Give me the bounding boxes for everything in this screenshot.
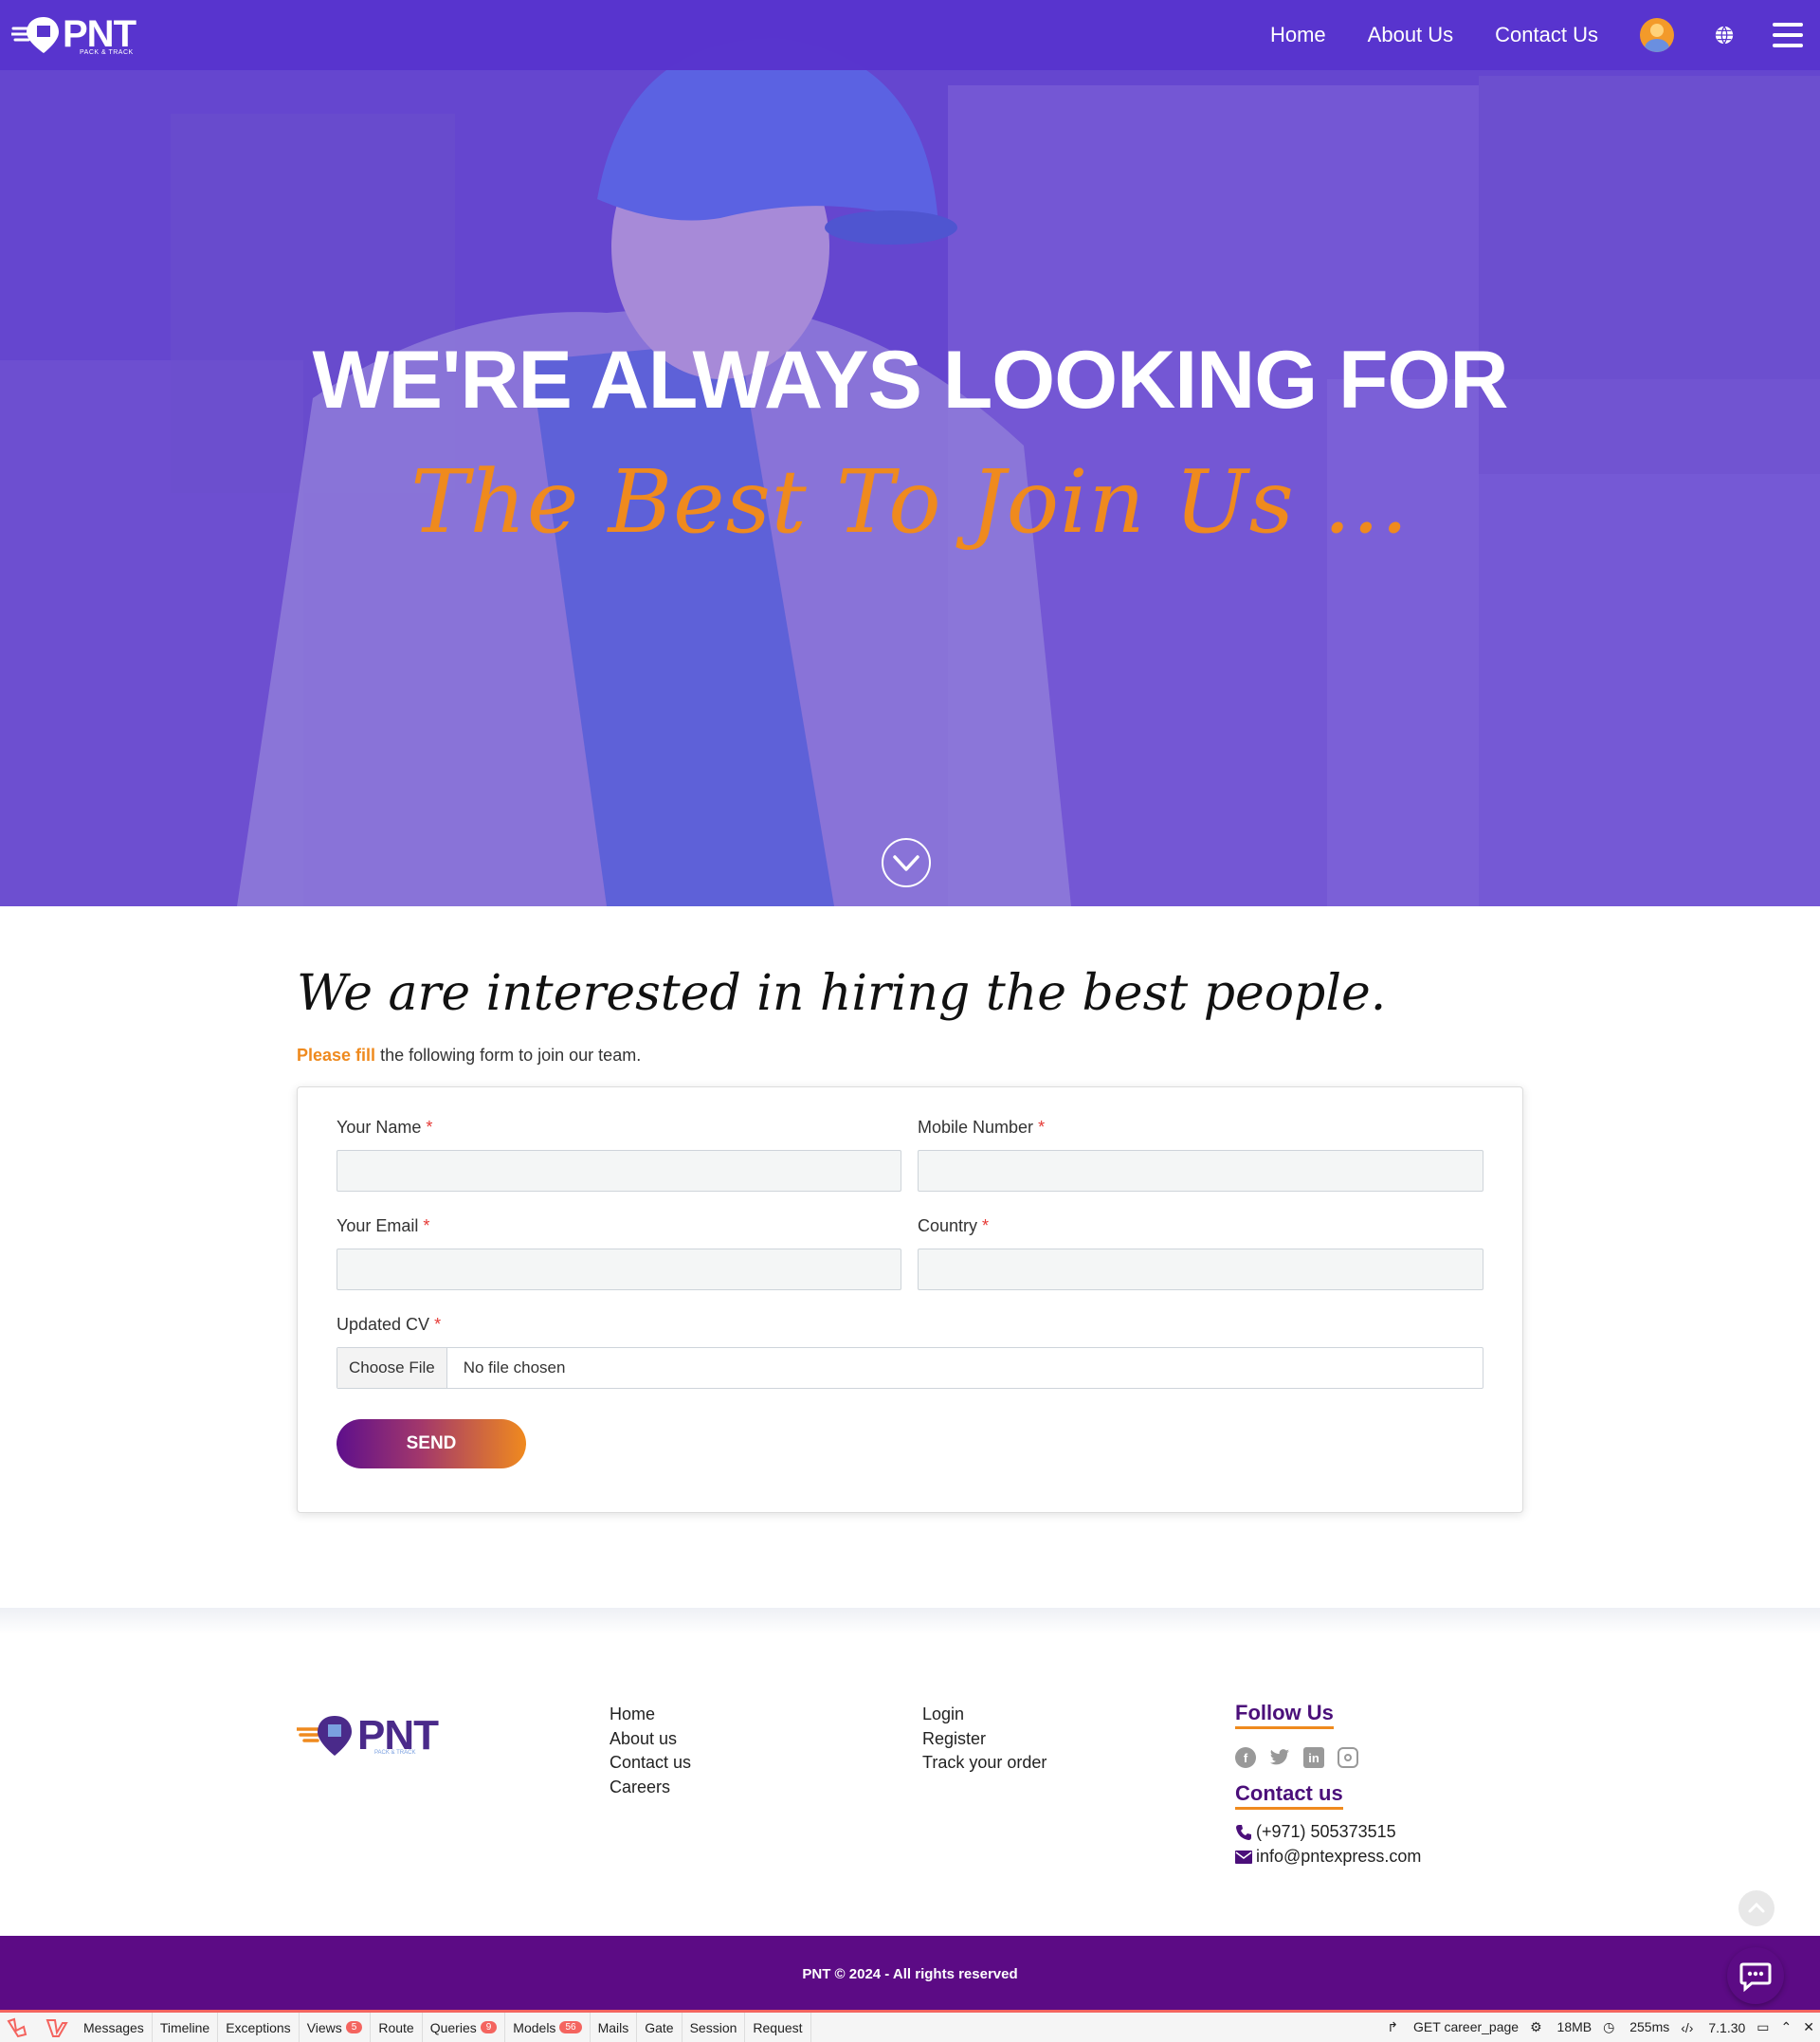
choose-file-button[interactable]: Choose File [337,1348,447,1388]
debug-tab-timeline[interactable]: Timeline [153,2013,219,2042]
phone-icon [1236,1824,1251,1840]
form-section-title: We are interested in hiring the best peo… [297,965,1387,1022]
queries-badge: 9 [480,2021,498,2033]
logo-tagline: PACK & TRACK [80,49,134,56]
footer-link-careers[interactable]: Careers [610,1776,691,1800]
form-intro: Please fill the following form to join o… [297,1046,641,1066]
hero-subtitle: The Best To Join Us ... [410,451,1410,553]
chevron-up-icon [1748,1902,1765,1913]
footer-link-home[interactable]: Home [610,1703,691,1727]
contact-email[interactable]: info@pntexpress.com [1235,1847,1421,1867]
debug-tab-gate[interactable]: Gate [637,2013,682,2042]
hero-title: WE'RE ALWAYS LOOKING FOR [312,335,1508,426]
laravel-logo-icon[interactable] [6,2017,32,2038]
footer-logo-tagline: PACK & TRACK [374,1750,416,1756]
nav-home[interactable]: Home [1270,23,1326,47]
facebook-icon[interactable]: f [1235,1747,1256,1768]
instagram-icon[interactable] [1338,1747,1358,1768]
footer-link-register[interactable]: Register [922,1727,1046,1752]
footer-link-contact[interactable]: Contact us [610,1751,691,1776]
user-avatar-icon[interactable] [1640,18,1674,52]
debug-tab-route[interactable]: Route [371,2013,423,2042]
footer-logo[interactable]: PNT PACK & TRACK [297,1712,439,1759]
send-button[interactable]: SEND [337,1419,526,1468]
chat-bubble-icon [1739,1962,1772,1993]
debug-memory: ⚙ 18MB [1530,2019,1592,2034]
mobile-label: Mobile Number * [918,1118,1046,1137]
debug-status: ↱ GET career_page ⚙ 18MB ◷ 255ms ‹/› 7.1… [1375,2013,1814,2042]
debug-tab-session[interactable]: Session [682,2013,746,2042]
contact-us-heading: Contact us [1235,1781,1343,1810]
email-input[interactable] [337,1249,901,1290]
debug-version: ‹/› 7.1.30 [1681,2019,1746,2035]
footer-link-track-order[interactable]: Track your order [922,1751,1046,1776]
name-input[interactable] [337,1150,901,1192]
back-to-top-button[interactable] [1738,1890,1774,1926]
debug-time: ◷ 255ms [1603,2019,1670,2034]
cv-file-input[interactable]: Choose File No file chosen [337,1347,1483,1389]
debug-tab-mails[interactable]: Mails [591,2013,638,2042]
chevron-up-icon[interactable]: ⌃ [1781,2019,1793,2035]
follow-us-heading: Follow Us [1235,1701,1334,1729]
footer-links-main: Home About us Contact us Careers [610,1703,691,1799]
header-logo[interactable]: PNT PACK & TRACK [9,13,136,56]
debug-tab-queries[interactable]: Queries 9 [423,2013,506,2042]
models-badge: 56 [559,2021,582,2033]
country-label: Country * [918,1216,990,1235]
globe-icon[interactable] [1714,25,1735,46]
debug-request[interactable]: ↱ GET career_page [1387,2019,1519,2035]
file-status: No file chosen [463,1358,566,1377]
envelope-icon [1235,1850,1252,1864]
close-icon[interactable]: ✕ [1803,2019,1814,2035]
chevron-down-icon [893,855,919,871]
country-input[interactable] [918,1249,1483,1290]
nav-about-us[interactable]: About Us [1368,23,1454,47]
name-label: Your Name * [337,1118,433,1137]
debug-tab-exceptions[interactable]: Exceptions [218,2013,300,2042]
mobile-input[interactable] [918,1150,1483,1192]
intro-text: the following form to join our team. [375,1046,642,1065]
cv-label: Updated CV * [337,1315,442,1334]
twitter-icon[interactable] [1269,1747,1290,1768]
debug-tab-messages[interactable]: Messages [76,2013,153,2042]
debug-tab-views[interactable]: Views 5 [300,2013,372,2042]
chat-button[interactable] [1727,1947,1784,2004]
footer [0,1608,1820,1936]
phone-text: (+971) 505373515 [1256,1822,1396,1841]
debug-tab-models[interactable]: Models 56 [505,2013,591,2042]
views-badge: 5 [345,2021,363,2033]
career-form: Your Name * Mobile Number * Your Email *… [297,1086,1523,1513]
footer-link-login[interactable]: Login [922,1703,1046,1727]
nav-contact-us[interactable]: Contact Us [1495,23,1598,47]
email-label: Your Email * [337,1216,430,1235]
logo-text: PNT [63,13,136,55]
footer-links-account: Login Register Track your order [922,1703,1046,1776]
logo-pin-icon [297,1716,352,1756]
debug-tab-request[interactable]: Request [745,2013,811,2042]
email-text: info@pntexpress.com [1256,1847,1422,1866]
hero-banner: WE'RE ALWAYS LOOKING FOR The Best To Joi… [0,0,1820,906]
logo-pin-icon [9,15,59,53]
contact-phone[interactable]: (+971) 505373515 [1235,1822,1396,1842]
site-header: PNT PACK & TRACK Home About Us Contact U… [0,0,1820,70]
main-nav: Home About Us Contact Us [1270,0,1820,70]
linkedin-icon[interactable]: in [1303,1747,1324,1768]
social-links: f in [1235,1747,1372,1768]
intro-highlight: Please fill [297,1046,376,1065]
hamburger-menu-icon[interactable] [1773,23,1803,47]
footer-link-about[interactable]: About us [610,1727,691,1752]
copyright-text: PNT © 2024 - All rights reserved [802,1966,1018,1982]
debugbar-logo-icon[interactable] [44,2017,70,2038]
debugbar: Messages Timeline Exceptions Views 5 Rout… [0,2010,1820,2042]
folder-icon[interactable]: ▭ [1756,2019,1769,2035]
scroll-down-button[interactable] [882,838,931,887]
